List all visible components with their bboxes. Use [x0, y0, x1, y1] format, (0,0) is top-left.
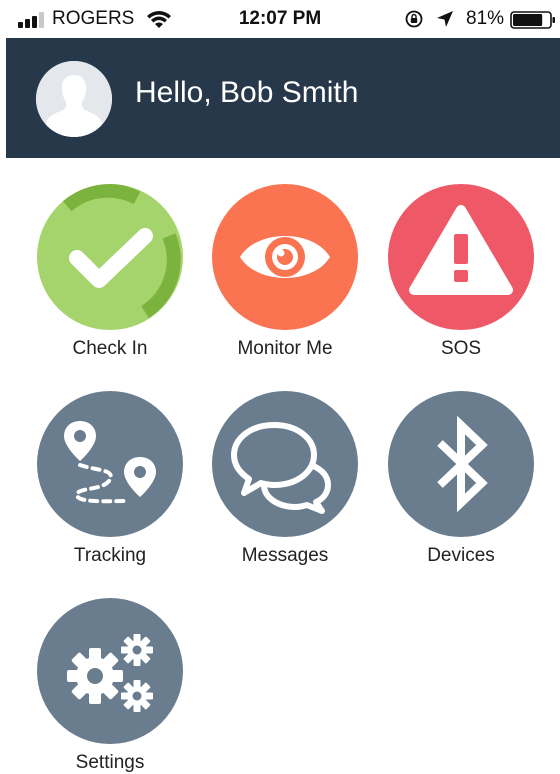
devices-circle[interactable]: [388, 391, 534, 537]
app-header: Hello, Bob Smith: [6, 38, 560, 158]
sos-button[interactable]: SOS: [373, 184, 549, 360]
settings-circle[interactable]: [37, 598, 183, 744]
devices-label: Devices: [427, 545, 495, 566]
tracking-button[interactable]: Tracking: [22, 391, 198, 567]
monitor-me-circle[interactable]: [212, 184, 358, 330]
tracking-label: Tracking: [73, 545, 147, 566]
status-bar: ROGERS 12:07 PM 81%: [0, 0, 560, 38]
tracking-circle[interactable]: [37, 391, 183, 537]
route-pins-icon: [64, 421, 156, 504]
check-in-button[interactable]: Check In: [22, 184, 198, 360]
location-arrow-icon: [437, 11, 453, 27]
checkmark-icon: [62, 184, 181, 318]
user-silhouette-icon: [36, 61, 112, 137]
rotation-lock-icon: [405, 10, 423, 28]
chat-bubbles-icon: [231, 422, 331, 514]
messages-circle[interactable]: [212, 391, 358, 537]
battery-icon: [510, 11, 555, 29]
avatar[interactable]: [36, 61, 112, 137]
monitor-me-label: Monitor Me: [237, 338, 333, 359]
check-in-label: Check In: [72, 338, 148, 359]
check-in-circle[interactable]: [37, 184, 183, 330]
eye-icon: [240, 236, 330, 278]
greeting-text: Hello, Bob Smith: [135, 76, 359, 109]
gears-icon: [67, 634, 153, 712]
settings-button[interactable]: Settings: [22, 598, 198, 774]
monitor-me-button[interactable]: Monitor Me: [197, 184, 373, 360]
messages-button[interactable]: Messages: [197, 391, 373, 567]
battery-percent: 81%: [466, 8, 505, 29]
sos-label: SOS: [440, 338, 482, 359]
settings-label: Settings: [75, 752, 145, 773]
warning-triangle-icon: [409, 205, 513, 295]
messages-label: Messages: [241, 545, 329, 566]
bluetooth-icon: [437, 415, 488, 513]
devices-button[interactable]: Devices: [373, 391, 549, 567]
sos-circle[interactable]: [388, 184, 534, 330]
